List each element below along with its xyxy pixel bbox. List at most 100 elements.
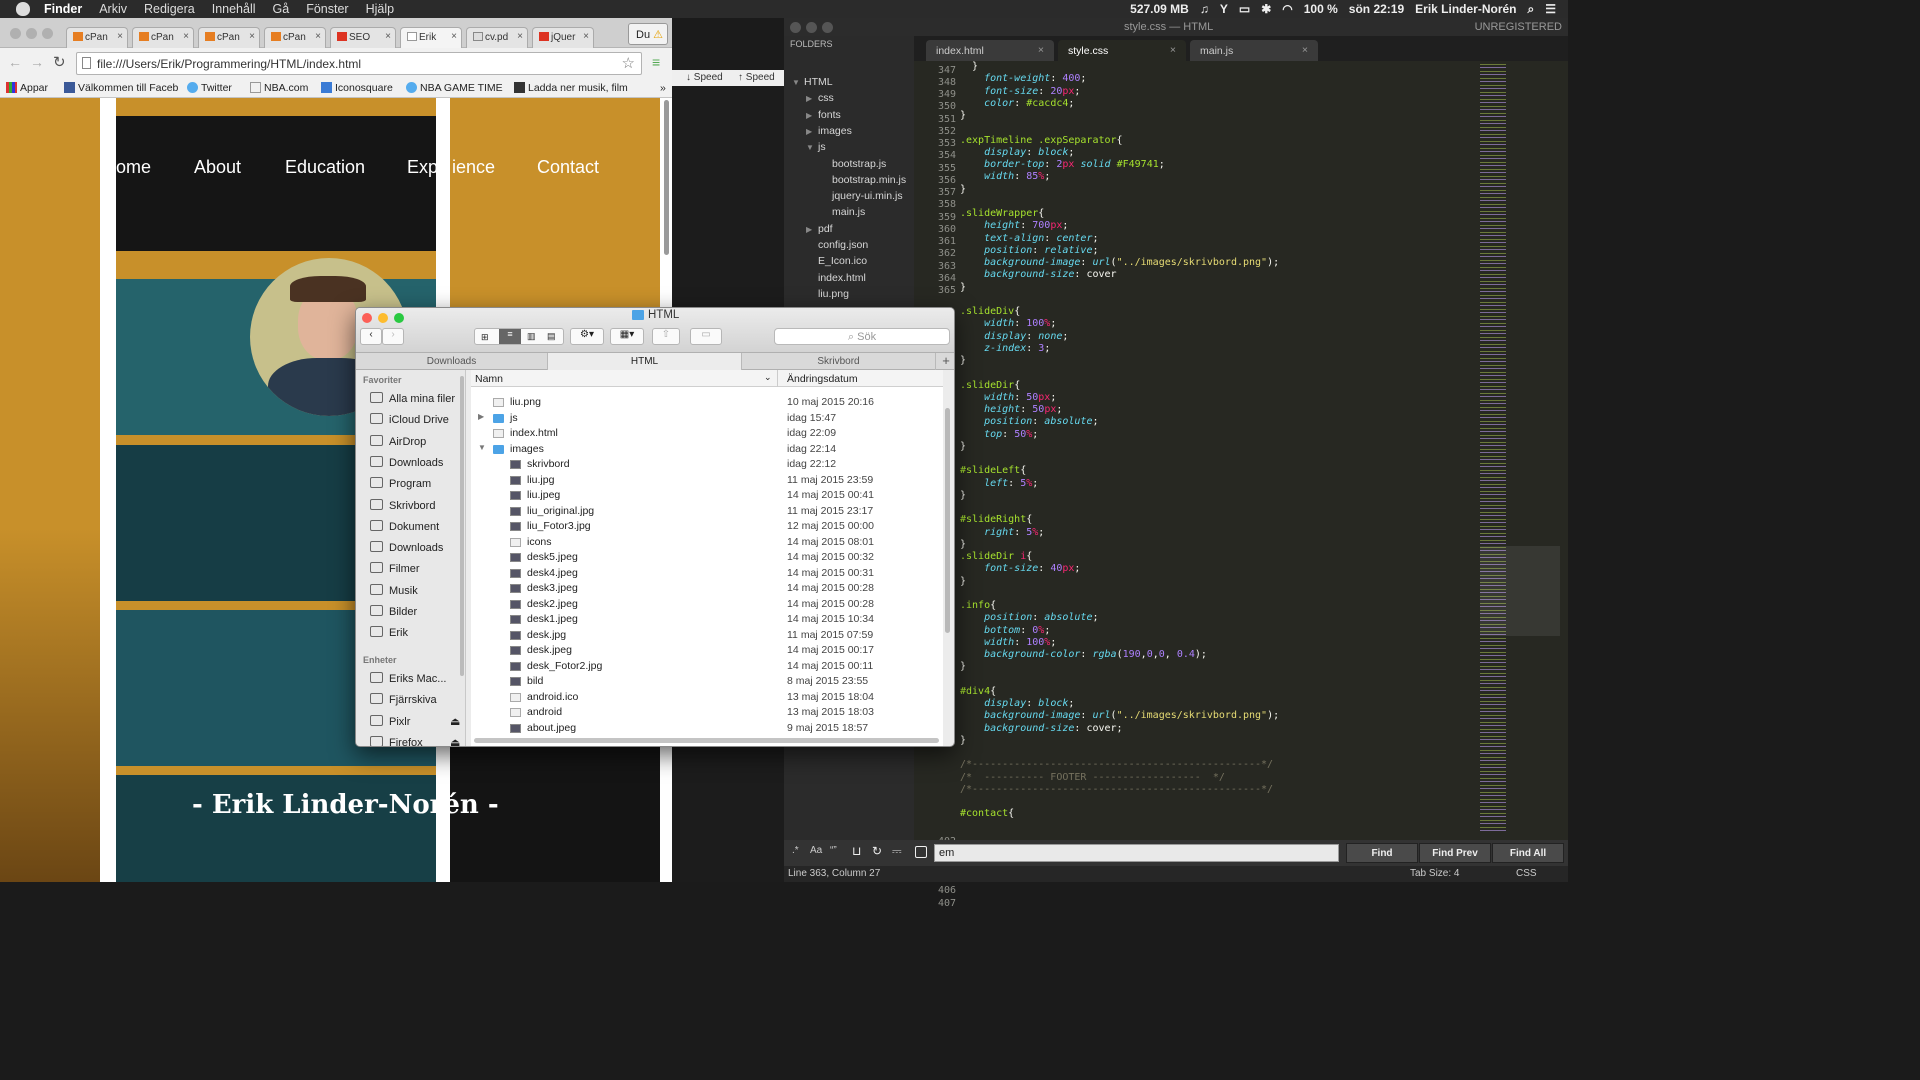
sidebar-favorite-item[interactable]: Bilder bbox=[370, 605, 417, 618]
file-row[interactable]: ▼ images idag 22:14 bbox=[471, 442, 943, 458]
file-row[interactable]: liu.png 10 maj 2015 20:16 bbox=[471, 395, 943, 411]
disclosure-arrow-icon[interactable]: ▼ bbox=[478, 443, 486, 452]
editor-tab-index-html[interactable]: index.html × bbox=[926, 40, 1054, 61]
folder-tree-item[interactable]: ▼ HTML bbox=[792, 76, 833, 88]
sidebar-favorite-item[interactable]: Program bbox=[370, 477, 431, 490]
nav-link-about[interactable]: About bbox=[194, 157, 241, 178]
close-tab-icon[interactable]: × bbox=[1302, 44, 1308, 56]
profile-button[interactable]: Du ⚠ bbox=[628, 23, 668, 45]
regex-toggle-icon[interactable]: .* bbox=[792, 845, 799, 856]
wifi-icon[interactable]: ◠ bbox=[1282, 2, 1292, 16]
folder-tree-item[interactable]: ▼ js bbox=[806, 141, 826, 153]
menu-icon[interactable]: ≡ bbox=[652, 54, 660, 70]
minimap-viewport[interactable] bbox=[1480, 546, 1560, 636]
sidebar-favorite-item[interactable]: Musik bbox=[370, 583, 418, 597]
file-row[interactable]: android 13 maj 2015 18:03 bbox=[471, 705, 943, 721]
bookmark-iconosquare[interactable]: Iconosquare bbox=[321, 82, 393, 94]
eject-icon[interactable]: ⏏ bbox=[450, 736, 460, 746]
menu-item-innehall[interactable]: Innehåll bbox=[212, 2, 256, 16]
disclosure-arrow-icon[interactable]: ▶ bbox=[806, 127, 818, 136]
file-row[interactable]: icons 14 maj 2015 08:01 bbox=[471, 535, 943, 551]
apple-icon[interactable] bbox=[16, 2, 30, 16]
icon-view-icon[interactable]: ⊞ bbox=[481, 332, 489, 343]
highlight-toggle-icon[interactable]: ⎓ bbox=[892, 844, 902, 859]
column-header-name[interactable]: Namn bbox=[475, 373, 503, 385]
close-tab-icon[interactable]: × bbox=[451, 31, 457, 42]
syntax-indicator[interactable]: CSS bbox=[1516, 868, 1537, 879]
file-row[interactable]: desk4.jpeg 14 maj 2015 00:31 bbox=[471, 566, 943, 582]
file-row[interactable]: desk1.jpeg 14 maj 2015 10:34 bbox=[471, 612, 943, 628]
folder-tree-item[interactable]: main.js bbox=[820, 206, 865, 218]
music-icon[interactable]: ♫ bbox=[1200, 2, 1209, 16]
disclosure-arrow-icon[interactable]: ▶ bbox=[806, 94, 818, 103]
arrange-icon[interactable]: ▦▾ bbox=[610, 328, 644, 345]
bookmark-ladda-ner-musik[interactable]: Ladda ner musik, film bbox=[514, 82, 654, 94]
find-button[interactable]: Find bbox=[1346, 843, 1418, 863]
close-tab-icon[interactable]: × bbox=[183, 31, 189, 42]
finder-tab-html[interactable]: HTML bbox=[548, 353, 742, 370]
zoom-window-button[interactable] bbox=[822, 22, 833, 33]
folder-tree-item[interactable]: index.html bbox=[806, 272, 866, 284]
reload-icon[interactable]: ↻ bbox=[53, 53, 66, 71]
file-row[interactable]: desk.jpeg 14 maj 2015 00:17 bbox=[471, 643, 943, 659]
find-prev-button[interactable]: Find Prev bbox=[1419, 843, 1491, 863]
close-tab-icon[interactable]: × bbox=[117, 31, 123, 42]
file-row[interactable]: desk_Fotor2.jpg 14 maj 2015 00:11 bbox=[471, 659, 943, 675]
folder-tree-item[interactable]: ▶ images bbox=[806, 125, 852, 137]
column-divider[interactable] bbox=[777, 370, 778, 387]
menu-item-hjalp[interactable]: Hjälp bbox=[366, 2, 395, 16]
tab-size-indicator[interactable]: Tab Size: 4 bbox=[1410, 868, 1459, 879]
folder-tree-item[interactable]: liu.png bbox=[806, 288, 849, 300]
antenna-icon[interactable]: Y bbox=[1220, 2, 1228, 16]
editor-tab-main-js[interactable]: main.js × bbox=[1190, 40, 1318, 61]
zoom-window-button[interactable] bbox=[394, 313, 404, 323]
finder-tab-skrivbord[interactable]: Skrivbord bbox=[742, 353, 936, 370]
nav-link-home[interactable]: ome bbox=[116, 157, 151, 178]
file-list-scrollbar[interactable] bbox=[945, 408, 950, 633]
case-toggle-icon[interactable]: Aa bbox=[810, 845, 822, 856]
bookmark-facebook[interactable]: Välkommen till Faceb bbox=[64, 82, 178, 94]
minimize-window-button[interactable] bbox=[378, 313, 388, 323]
file-row[interactable]: index.html idag 22:09 bbox=[471, 426, 943, 442]
menu-item-redigera[interactable]: Redigera bbox=[144, 2, 195, 16]
browser-tab[interactable]: cv.pd × bbox=[466, 27, 528, 48]
browser-tab[interactable]: SEO × bbox=[330, 27, 396, 48]
file-row[interactable]: bild 8 maj 2015 23:55 bbox=[471, 674, 943, 690]
browser-tab-active[interactable]: Erik × bbox=[400, 27, 462, 48]
horizontal-scrollbar[interactable] bbox=[474, 738, 939, 743]
in-selection-toggle-icon[interactable]: ↻ bbox=[872, 844, 882, 858]
file-row[interactable]: desk.jpg 11 maj 2015 07:59 bbox=[471, 628, 943, 644]
finder-search-field[interactable]: ⌕ Sök bbox=[774, 328, 950, 345]
close-tab-icon[interactable]: × bbox=[385, 31, 391, 42]
editor-tab-style-css[interactable]: style.css × bbox=[1058, 40, 1186, 61]
tag-icon[interactable]: ▭ bbox=[690, 328, 722, 345]
close-tab-icon[interactable]: × bbox=[517, 31, 523, 42]
back-button[interactable]: ‹ bbox=[360, 328, 382, 345]
battery-status[interactable]: 100 % bbox=[1304, 2, 1338, 16]
sidebar-favorite-item[interactable]: Dokument bbox=[370, 519, 439, 533]
address-bar[interactable]: file:///Users/Erik/Programmering/HTML/in… bbox=[76, 52, 642, 75]
close-tab-icon[interactable]: × bbox=[1038, 44, 1044, 56]
close-window-button[interactable] bbox=[10, 28, 21, 39]
disclosure-arrow-icon[interactable]: ▶ bbox=[806, 111, 818, 120]
clock[interactable]: sön 22:19 bbox=[1349, 2, 1404, 16]
browser-tab[interactable]: cPan × bbox=[66, 27, 128, 48]
spotlight-icon[interactable]: ⌕ bbox=[1528, 2, 1535, 17]
sidebar-favorite-item[interactable]: iCloud Drive bbox=[370, 413, 449, 426]
nav-link-contact[interactable]: Contact bbox=[537, 157, 599, 178]
close-tab-icon[interactable]: × bbox=[583, 31, 589, 42]
nav-link-experience[interactable]: Exp ience bbox=[407, 157, 495, 178]
browser-tab[interactable]: jQuer × bbox=[532, 27, 594, 48]
close-tab-icon[interactable]: × bbox=[249, 31, 255, 42]
view-mode-control[interactable]: ⊞ ≡ ▥ ▤ bbox=[474, 328, 564, 345]
sidebar-favorite-item[interactable]: Skrivbord bbox=[370, 498, 435, 512]
notification-center-icon[interactable]: ☰ bbox=[1545, 2, 1556, 16]
eject-icon[interactable]: ⏏ bbox=[450, 715, 460, 728]
file-row[interactable]: liu_Fotor3.jpg 12 maj 2015 00:00 bbox=[471, 519, 943, 535]
sidebar-favorite-item[interactable]: Erik bbox=[370, 626, 408, 639]
menu-item-ga[interactable]: Gå bbox=[273, 2, 290, 16]
file-row[interactable]: ▶ js idag 15:47 bbox=[471, 411, 943, 427]
sidebar-favorite-item[interactable]: AirDrop bbox=[370, 434, 426, 448]
folder-tree-item[interactable]: config.json bbox=[806, 239, 868, 251]
sidebar-favorite-item[interactable]: Alla mina filer bbox=[370, 392, 455, 405]
